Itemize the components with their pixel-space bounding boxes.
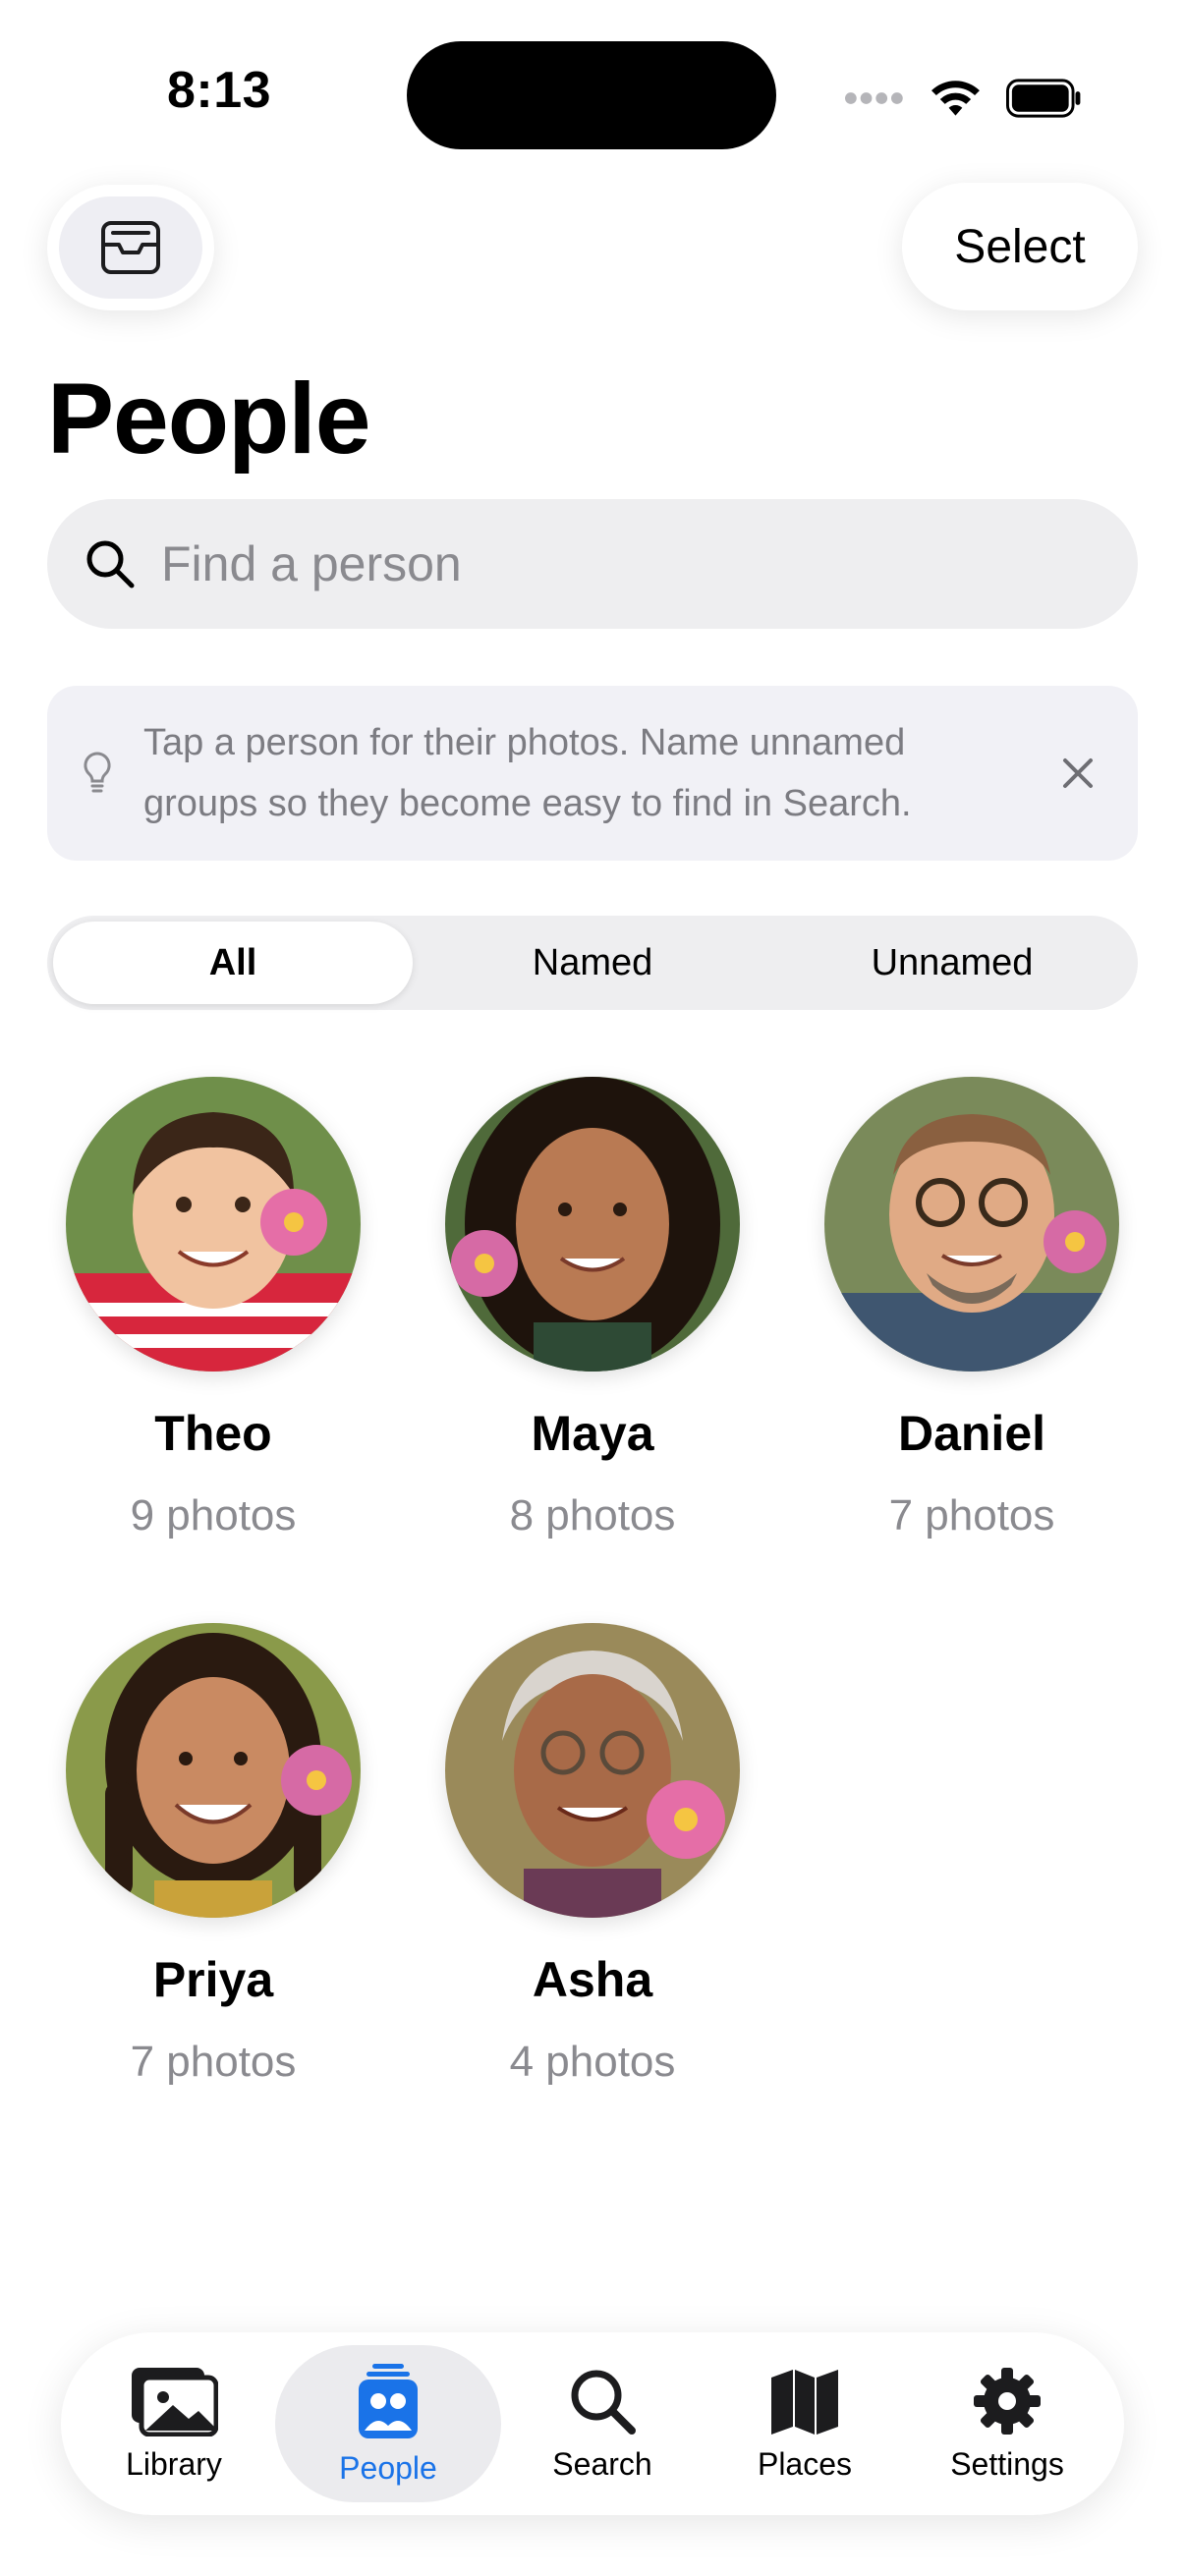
avatar (445, 1623, 740, 1918)
avatar (66, 1623, 361, 1918)
tab-label: Library (126, 2445, 222, 2482)
lightbulb-icon (84, 752, 111, 793)
avatar (445, 1077, 740, 1372)
tab-library[interactable]: Library (73, 2345, 275, 2502)
cellular-signal-icon (845, 92, 903, 104)
person-name: Priya (152, 1952, 274, 2007)
person-name: Asha (532, 1952, 653, 2007)
tip-text: Tap a person for their photos. Name unna… (143, 722, 912, 824)
dynamic-island (407, 41, 776, 149)
person-card-priya[interactable]: Priya 7 photos (24, 1623, 403, 2087)
battery-icon (1005, 79, 1081, 118)
tab-label: People (339, 2449, 437, 2486)
status-time: 8:13 (167, 62, 272, 119)
filter-segmented-control: All Named Unnamed (47, 916, 1138, 1010)
wifi-icon (931, 81, 980, 116)
person-card-asha[interactable]: Asha 4 photos (403, 1623, 782, 2087)
tip-banner: Tap a person for their photos. Name unna… (47, 686, 1138, 861)
segment-all[interactable]: All (53, 922, 413, 1004)
person-name: Theo (154, 1406, 272, 1461)
tab-label: Search (552, 2445, 652, 2482)
inbox-button-inner (59, 196, 202, 299)
search-input[interactable] (161, 535, 1045, 592)
search-field[interactable] (47, 499, 1138, 629)
tab-bar: Library People Search Places Settings (61, 2332, 1124, 2515)
tab-label: Settings (950, 2445, 1064, 2482)
tab-settings[interactable]: Settings (906, 2345, 1108, 2502)
person-photo-count: 8 photos (509, 1491, 676, 1540)
tab-people[interactable]: People (275, 2345, 501, 2502)
person-card-theo[interactable]: Theo 9 photos (24, 1077, 403, 1540)
person-card-maya[interactable]: Maya 8 photos (403, 1077, 782, 1540)
person-photo-count: 7 photos (130, 2038, 297, 2086)
people-album-icon (359, 2363, 418, 2438)
gear-icon (974, 2367, 1041, 2435)
map-icon (771, 2369, 838, 2435)
select-button[interactable]: Select (902, 183, 1138, 310)
tab-label: Places (757, 2445, 853, 2482)
person-photo-count: 7 photos (888, 1491, 1055, 1540)
segment-named[interactable]: Named (413, 922, 772, 1004)
person-card-daniel[interactable]: Daniel 7 photos (782, 1077, 1161, 1540)
person-name: Daniel (897, 1406, 1046, 1461)
search-icon (571, 2370, 636, 2435)
segment-unnamed[interactable]: Unnamed (772, 922, 1132, 1004)
close-icon (1063, 758, 1093, 788)
avatar (824, 1077, 1119, 1372)
close-tip-button[interactable] (1051, 747, 1104, 800)
tab-places[interactable]: Places (704, 2345, 906, 2502)
search-icon (86, 540, 135, 588)
person-photo-count: 9 photos (130, 1491, 297, 1540)
photo-stack-icon (132, 2367, 218, 2436)
person-name: Maya (531, 1406, 654, 1461)
inbox-button[interactable] (47, 185, 214, 310)
page-title: People (47, 363, 370, 475)
tray-icon (101, 221, 160, 274)
tab-search[interactable]: Search (501, 2345, 704, 2502)
avatar (66, 1077, 361, 1372)
status-icons (845, 71, 1081, 126)
person-photo-count: 4 photos (509, 2038, 676, 2086)
